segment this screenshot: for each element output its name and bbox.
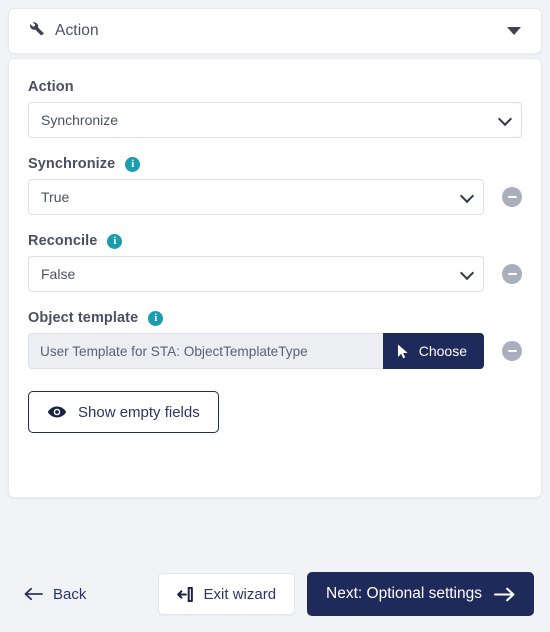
object-template-input-group: User Template for STA: ObjectTemplateTyp… <box>28 333 484 369</box>
page-title: Action <box>55 22 99 39</box>
field-label-action: Action <box>28 79 522 95</box>
eye-icon <box>47 405 67 419</box>
field-object-template: Object template i User Template for STA:… <box>28 310 522 369</box>
action-panel-body: Action Synchronize Synchronize i True Re… <box>8 58 542 498</box>
back-button-label: Back <box>53 585 87 603</box>
wizard-footer: Back Exit wizard Next: Optional settings <box>0 572 550 616</box>
chevron-down-icon <box>459 265 475 281</box>
field-action: Action Synchronize <box>28 79 522 138</box>
field-label-synchronize: Synchronize i <box>28 156 522 172</box>
arrow-right-icon <box>494 587 515 602</box>
show-empty-fields-label: Show empty fields <box>78 403 200 421</box>
show-empty-fields-button[interactable]: Show empty fields <box>28 391 219 433</box>
synchronize-select-value: True <box>41 189 70 205</box>
info-icon[interactable]: i <box>107 233 123 249</box>
field-reconcile: Reconcile i False <box>28 233 522 292</box>
chevron-down-icon <box>497 111 513 127</box>
field-label-text: Action <box>28 79 74 95</box>
back-button[interactable]: Back <box>24 586 86 603</box>
remove-object-template-button[interactable] <box>502 341 522 361</box>
choose-button[interactable]: Choose <box>382 333 484 369</box>
field-label-object-template: Object template i <box>28 310 522 326</box>
sign-out-icon <box>176 586 194 602</box>
caret-down-icon[interactable] <box>503 20 525 42</box>
exit-wizard-label: Exit wizard <box>203 585 277 603</box>
minus-icon <box>507 196 517 198</box>
synchronize-select[interactable]: True <box>28 179 484 215</box>
info-icon[interactable]: i <box>125 156 141 172</box>
remove-synchronize-button[interactable] <box>502 187 522 207</box>
object-template-input[interactable]: User Template for STA: ObjectTemplateTyp… <box>28 333 383 369</box>
cursor-arrow-icon <box>397 343 410 359</box>
field-control-row: True <box>28 179 522 215</box>
field-synchronize: Synchronize i True <box>28 156 522 215</box>
action-panel-header[interactable]: Action <box>8 8 542 54</box>
chevron-down-icon <box>459 188 475 204</box>
reconcile-select[interactable]: False <box>28 256 484 292</box>
action-select[interactable]: Synchronize <box>28 102 522 138</box>
reconcile-select-value: False <box>41 266 76 282</box>
next-step-label: Next: Optional settings <box>326 585 482 602</box>
wrench-icon <box>27 21 46 41</box>
field-label-text: Reconcile <box>28 233 98 249</box>
arrow-left-icon <box>24 587 43 601</box>
field-control-row: User Template for STA: ObjectTemplateTyp… <box>28 333 522 369</box>
minus-icon <box>507 273 517 275</box>
action-select-value: Synchronize <box>41 112 119 128</box>
choose-button-label: Choose <box>418 343 467 359</box>
minus-icon <box>507 350 517 352</box>
field-label-reconcile: Reconcile i <box>28 233 522 249</box>
exit-wizard-button[interactable]: Exit wizard <box>157 573 296 615</box>
field-label-text: Object template <box>28 310 139 326</box>
field-label-text: Synchronize <box>28 156 116 172</box>
remove-reconcile-button[interactable] <box>502 264 522 284</box>
info-icon[interactable]: i <box>148 310 164 326</box>
field-control-row: Synchronize <box>28 102 522 138</box>
field-control-row: False <box>28 256 522 292</box>
next-step-button[interactable]: Next: Optional settings <box>307 572 534 616</box>
